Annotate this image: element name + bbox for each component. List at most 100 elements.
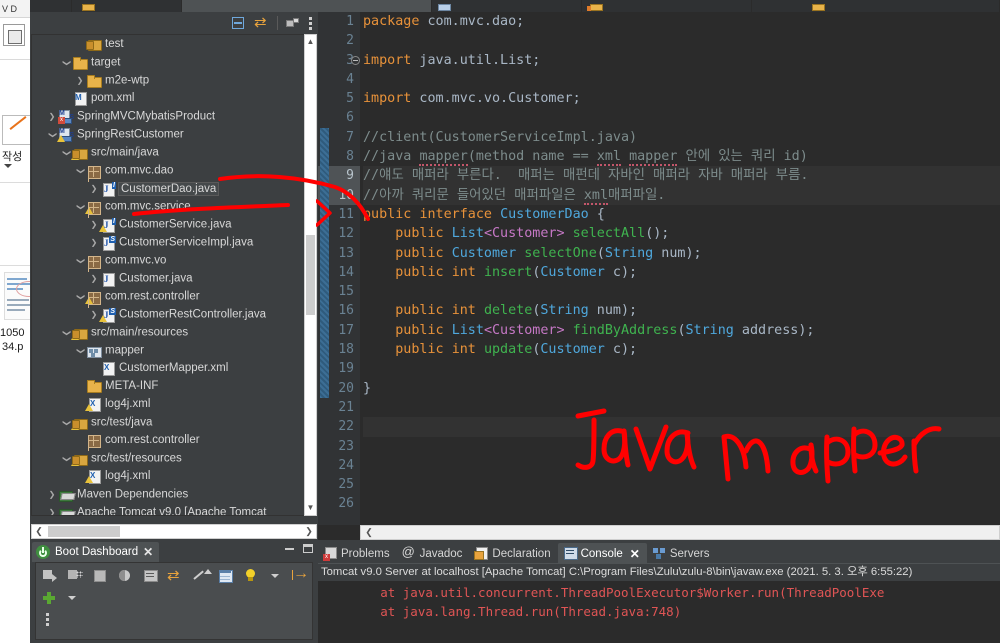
- tree-item-com-rest-controller[interactable]: com.rest.controller: [32, 431, 316, 449]
- bulb-icon[interactable]: [242, 568, 259, 583]
- code-line[interactable]: [363, 359, 1000, 378]
- collapse-all-icon[interactable]: [231, 16, 247, 30]
- code-line[interactable]: [363, 437, 1000, 456]
- console-output[interactable]: at java.util.concurrent.ThreadPoolExecut…: [318, 583, 1000, 643]
- maximize-button[interactable]: [303, 544, 313, 553]
- minimize-button[interactable]: [285, 547, 294, 550]
- tree-item-src-test-resources[interactable]: src/test/resources: [32, 449, 316, 467]
- code-line[interactable]: [363, 417, 1000, 437]
- code-line[interactable]: [363, 456, 1000, 475]
- tab-declaration[interactable]: Declaration: [469, 543, 557, 564]
- code-line[interactable]: public List<Customer> findByAddress(Stri…: [363, 321, 1000, 340]
- editor-tab[interactable]: [582, 0, 752, 12]
- tree-item-log4j-xml[interactable]: log4j.xml: [32, 395, 316, 413]
- scroll-up-arrow[interactable]: ▲: [305, 35, 316, 49]
- code-line[interactable]: //java mapper(method name == xml mapper …: [363, 147, 1000, 167]
- explorer-vertical-scrollbar[interactable]: ▲ ▼: [304, 34, 317, 516]
- code-line[interactable]: //client(CustomerServiceImpl.java): [363, 128, 1000, 147]
- tree-item-com-rest-controller[interactable]: com.rest.controller: [32, 287, 316, 305]
- tree-item-customerserviceimpl-java[interactable]: SCustomerServiceImpl.java: [32, 233, 316, 251]
- open-console-icon[interactable]: [142, 568, 159, 583]
- code-line[interactable]: public interface CustomerDao {: [363, 205, 1000, 224]
- editor-tab-active[interactable]: [182, 0, 432, 12]
- tab-javadoc[interactable]: Javadoc: [397, 543, 470, 564]
- window-tile-icon[interactable]: [3, 24, 25, 46]
- code-line[interactable]: [363, 494, 1000, 513]
- dropdown-caret-icon[interactable]: [64, 590, 81, 605]
- scroll-left-arrow[interactable]: ❮: [32, 525, 46, 538]
- tab-console[interactable]: Console ✕: [557, 543, 647, 564]
- tree-item-com-mvc-service[interactable]: com.mvc.service: [32, 197, 316, 215]
- code-line[interactable]: //얘도 매퍼라 부른다. 매퍼는 매펀데 자바인 매퍼라 자바 매퍼라 부름.: [363, 166, 1000, 186]
- code-line[interactable]: [363, 31, 1000, 50]
- scroll-left-arrow[interactable]: ❮: [362, 526, 376, 539]
- chevron-right-icon[interactable]: [88, 269, 100, 288]
- code-line[interactable]: public int insert(Customer c);: [363, 263, 1000, 282]
- editor-tab[interactable]: [72, 0, 182, 12]
- code-line[interactable]: import com.mvc.vo.Customer;: [363, 89, 1000, 108]
- tree-item-customerrestcontroller-java[interactable]: SCustomerRestController.java: [32, 305, 316, 323]
- tree-item-src-main-java[interactable]: src/main/java: [32, 143, 316, 161]
- tree-item-maven-dependencies[interactable]: Maven Dependencies: [32, 485, 316, 503]
- code-line[interactable]: }: [363, 379, 1000, 398]
- code-line[interactable]: [363, 398, 1000, 417]
- code-line[interactable]: [363, 282, 1000, 301]
- chevron-right-icon[interactable]: [74, 71, 86, 90]
- scroll-down-arrow[interactable]: ▼: [305, 501, 316, 515]
- close-icon[interactable]: ✕: [630, 547, 640, 561]
- chevron-right-icon[interactable]: [88, 233, 100, 252]
- view-menu-dots[interactable]: [46, 613, 49, 628]
- editor-text-area[interactable]: package com.mvc.dao; import java.util.Li…: [363, 12, 1000, 525]
- tree-item-log4j-xml[interactable]: log4j.xml: [32, 467, 316, 485]
- close-icon[interactable]: ✕: [143, 545, 153, 559]
- tree-item-com-mvc-dao[interactable]: com.mvc.dao: [32, 161, 316, 179]
- scroll-thumb[interactable]: [48, 526, 120, 537]
- code-line[interactable]: [363, 108, 1000, 127]
- code-line[interactable]: import java.util.List;: [363, 51, 1000, 70]
- tree-item-apache-tomcat-v9-0-apache-tomcat[interactable]: Apache Tomcat v9.0 [Apache Tomcat: [32, 503, 316, 515]
- tab-servers[interactable]: Servers: [647, 543, 717, 564]
- editor-tab[interactable]: [432, 0, 582, 12]
- chevron-down-icon[interactable]: [74, 341, 86, 360]
- view-menu-icon[interactable]: [285, 16, 301, 30]
- code-line[interactable]: public Customer selectOne(String num);: [363, 244, 1000, 263]
- chevron-right-icon[interactable]: [88, 179, 100, 198]
- tree-item-src-test-java[interactable]: src/test/java: [32, 413, 316, 431]
- tree-item-customerdao-java[interactable]: ICustomerDao.java: [32, 179, 316, 197]
- editor-tab[interactable]: [30, 0, 72, 12]
- background-window[interactable]: V D 작성 1050 34.p: [0, 0, 30, 643]
- tree-item-customermapper-xml[interactable]: CustomerMapper.xml: [32, 359, 316, 377]
- chevron-right-icon[interactable]: [46, 503, 58, 515]
- tree-item-customer-java[interactable]: Customer.java: [32, 269, 316, 287]
- tree-item-m2e-wtp[interactable]: m2e-wtp: [32, 71, 316, 89]
- chevron-down-icon[interactable]: [74, 161, 86, 180]
- chevron-right-icon[interactable]: [46, 485, 58, 504]
- tree-item-target[interactable]: target: [32, 53, 316, 71]
- link-arrow-icon[interactable]: [292, 565, 309, 583]
- fold-collapse-icon[interactable]: [351, 55, 360, 65]
- chevron-down-icon[interactable]: [74, 251, 86, 270]
- properties-icon[interactable]: [217, 568, 234, 583]
- code-line[interactable]: [363, 70, 1000, 89]
- view-dots-icon[interactable]: [308, 16, 314, 30]
- scroll-right-arrow[interactable]: ❯: [302, 525, 316, 538]
- tree-item-com-mvc-vo[interactable]: com.mvc.vo: [32, 251, 316, 269]
- tree-item-customerservice-java[interactable]: ICustomerService.java: [32, 215, 316, 233]
- redeploy-icon[interactable]: [117, 568, 134, 583]
- run-icon[interactable]: [42, 568, 59, 583]
- code-line[interactable]: package com.mvc.dao;: [363, 12, 1000, 31]
- tab-problems[interactable]: Problems: [318, 543, 397, 564]
- add-icon[interactable]: [42, 591, 56, 605]
- sync-icon[interactable]: [167, 566, 184, 584]
- stop-icon[interactable]: [92, 568, 109, 583]
- tree-item-mapper[interactable]: mapper: [32, 341, 316, 359]
- editor-horizontal-scrollbar[interactable]: ❮: [360, 525, 1000, 540]
- tree-item-src-main-resources[interactable]: src/main/resources: [32, 323, 316, 341]
- edit-icon[interactable]: [192, 568, 212, 583]
- tab-boot-dashboard[interactable]: Boot Dashboard ✕: [32, 542, 160, 562]
- code-line[interactable]: public int update(Customer c);: [363, 340, 1000, 359]
- tree-item-pom-xml[interactable]: pom.xml: [32, 89, 316, 107]
- link-with-editor-icon[interactable]: ⇄: [254, 15, 270, 30]
- chevron-down-icon[interactable]: [60, 53, 72, 72]
- tree-item-meta-inf[interactable]: META-INF: [32, 377, 316, 395]
